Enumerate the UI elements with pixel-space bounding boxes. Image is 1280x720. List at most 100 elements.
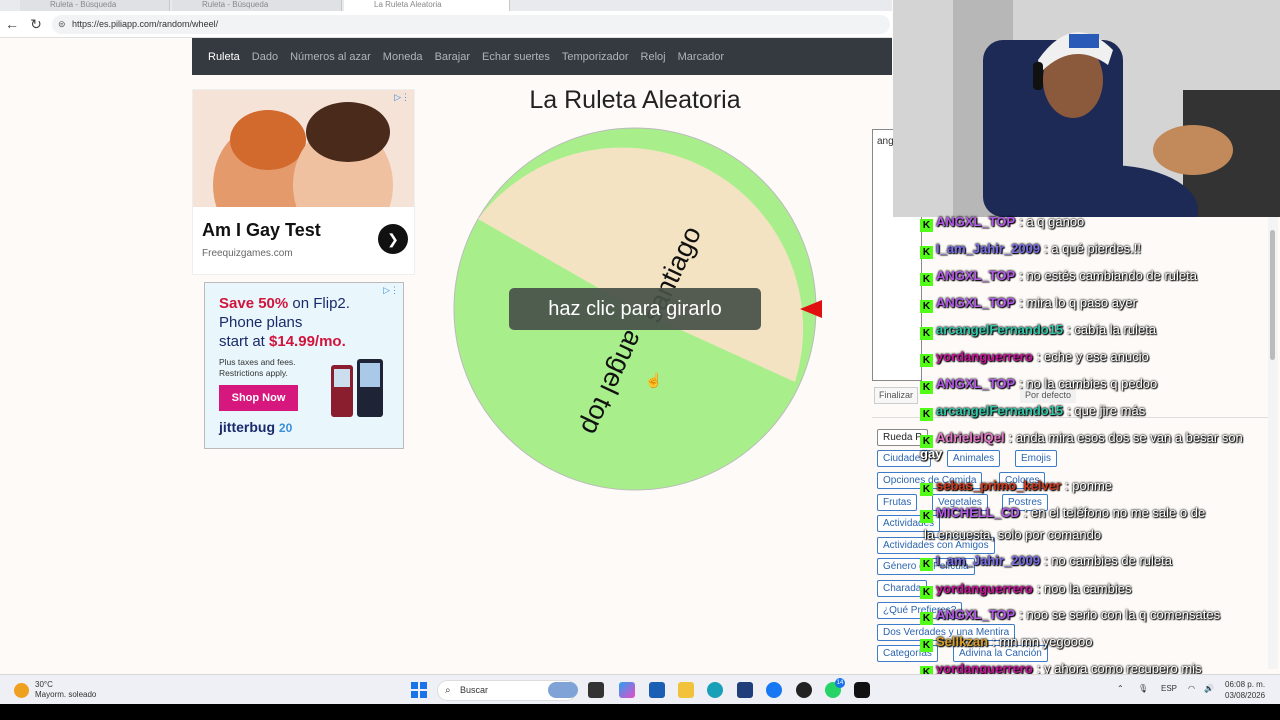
nav-item-marcador[interactable]: Marcador [678, 51, 724, 63]
chat-username[interactable]: AdrielelQel [936, 430, 1005, 445]
site-info-icon[interactable]: ⊜ [58, 15, 66, 34]
chat-username[interactable]: I_am_Jahir_2009 [936, 553, 1040, 568]
chat-text: : que jire más [1067, 403, 1146, 418]
chat-message: K ANGXL_TOP: noo se serio con la q comens… [920, 607, 1220, 625]
chat-message: K ANGXL_TOP: mira lo q paso ayer [920, 295, 1137, 313]
chat-text: : a q ganoo [1019, 214, 1085, 229]
chat-username[interactable]: yordanguerrero [936, 349, 1033, 364]
chevron-up-icon[interactable]: ⌃ [1117, 684, 1124, 693]
chat-username[interactable]: gay [920, 446, 942, 461]
nav-item-numeros[interactable]: Números al azar [290, 51, 371, 63]
weather-widget[interactable]: 30°C Mayorm. soleado [14, 680, 96, 700]
edge-icon[interactable] [707, 682, 723, 698]
adchoices-icon[interactable]: ▷⋮ [394, 92, 410, 103]
adchoices-icon[interactable]: ▷⋮ [383, 285, 399, 296]
tab-label: Ruleta - Búsqueda [202, 0, 269, 9]
chat-message: K ANGXL_TOP: a q ganoo [920, 214, 1084, 232]
ad-on-text: on Flip2. [288, 295, 350, 312]
chat-message: K ANGXL_TOP : no estés cambiando de ruleta [920, 268, 1197, 286]
ad-save-text: Save 50% [219, 295, 289, 312]
kick-badge-icon: K [920, 381, 933, 394]
chat-username[interactable]: ANGXL_TOP [936, 376, 1015, 391]
kick-badge-icon: K [920, 612, 933, 625]
ad-jitterbug[interactable]: ▷⋮ Save 50% on Flip2. Phone plans start … [204, 282, 404, 449]
finalize-button[interactable]: Finalizar [874, 387, 918, 404]
nav-item-barajar[interactable]: Barajar [435, 51, 470, 63]
file-explorer-icon[interactable] [678, 682, 694, 698]
shop-now-button[interactable]: Shop Now [219, 385, 298, 411]
nav-item-dado[interactable]: Dado [252, 51, 278, 63]
nav-item-ruleta[interactable]: Ruleta [208, 51, 240, 63]
kick-badge-icon: K [920, 558, 933, 571]
kick-badge-icon: K [920, 273, 933, 286]
chat-message: K ANGXL_TOP: no la cambies q pedoo [920, 376, 1157, 394]
chat-username[interactable]: arcangelFernando15 [936, 403, 1063, 418]
category-pill[interactable]: Animales [947, 450, 1001, 467]
widgets-icon[interactable] [548, 682, 578, 698]
scrollbar-thumb[interactable] [1270, 230, 1275, 360]
browser-tab-active[interactable]: La Ruleta Aleatoria [344, 0, 510, 11]
chat-username[interactable]: Sellkzan [936, 634, 988, 649]
chat-username[interactable]: MICHELL_CD [936, 505, 1020, 520]
chat-username[interactable]: ANGXL_TOP [936, 295, 1015, 310]
reload-icon[interactable]: ↻ [28, 16, 44, 32]
copilot-icon[interactable] [619, 682, 635, 698]
chat-username[interactable]: ANGXL_TOP [936, 607, 1015, 622]
windows-start-icon[interactable] [411, 682, 427, 698]
wifi-icon[interactable]: ◠ [1188, 684, 1195, 693]
chat-text: : en el teléfono no me sale o de [1023, 505, 1206, 520]
hand-cursor-icon: ☝ [645, 372, 663, 388]
store-icon[interactable] [737, 682, 753, 698]
volume-icon[interactable]: 🔊 [1204, 684, 1214, 693]
facebook-icon[interactable] [766, 682, 782, 698]
kick-badge-icon: K [920, 483, 933, 496]
chat-message: K AdrielelQel: anda mira esos dos se van … [920, 430, 1243, 448]
ad-price: $14.99/mo. [269, 333, 346, 350]
nav-item-temporizador[interactable]: Temporizador [562, 51, 629, 63]
chat-text: : cabía la ruleta [1067, 322, 1157, 337]
search-placeholder: Buscar [460, 685, 489, 695]
ad-price-prefix: start at [219, 333, 270, 350]
url-input[interactable]: ⊜ https://es.piliapp.com/random/wheel/ [52, 15, 890, 34]
obs-icon[interactable] [796, 682, 812, 698]
ad-price-line: start at $14.99/mo. [219, 333, 346, 350]
category-pill[interactable]: Frutas [877, 494, 918, 511]
ad-illustration [193, 90, 414, 207]
task-view-icon[interactable] [588, 682, 604, 698]
clock-date: 03/08/2026 [1225, 691, 1266, 700]
back-icon[interactable]: ← [4, 16, 20, 32]
microphone-icon[interactable]: 🎙 [1138, 684, 1148, 693]
chat-username[interactable]: I_am_Jahir_2009 [936, 241, 1040, 256]
chat-message: K Sellkzan: mn mn yegoooo [920, 634, 1092, 652]
chat-message: KarcangelFernando15: cabía la ruleta [920, 322, 1156, 340]
browser-tab[interactable]: Ruleta - Búsqueda [172, 0, 342, 11]
chat-message: Ksebas_primo_kelver: ponme [920, 478, 1112, 496]
browser-tab[interactable]: Ruleta - Búsqueda [20, 0, 170, 11]
chat-text: : no estés cambiando de ruleta [1019, 268, 1197, 283]
ad-line: Phone plans [219, 314, 303, 331]
chat-username[interactable]: sebas_primo_kelver [936, 478, 1061, 493]
language-indicator[interactable]: ESP [1161, 684, 1177, 693]
tiktok-icon[interactable] [854, 682, 870, 698]
tab-label: La Ruleta Aleatoria [374, 0, 442, 9]
ad-quiz[interactable]: ▷⋮ Am I Gay Test Freequizgames.com ❯ [192, 89, 415, 275]
chat-username[interactable]: yordanguerrero [936, 581, 1033, 596]
clock[interactable]: 06:08 p. m. 03/08/2026 [1225, 679, 1265, 701]
sun-icon [14, 682, 29, 698]
chat-username[interactable]: ANGXL_TOP [936, 214, 1015, 229]
spin-button[interactable]: haz clic para girarlo [509, 288, 761, 330]
category-pill[interactable]: Emojis [1015, 450, 1058, 467]
chat-username[interactable]: ANGXL_TOP [936, 268, 1015, 283]
chat-message: K I_am_Jahir_2009: no cambies de ruleta [920, 553, 1172, 571]
chevron-right-icon[interactable]: ❯ [378, 224, 408, 254]
nav-item-reloj[interactable]: Reloj [641, 51, 666, 63]
nav-item-echar-suertes[interactable]: Echar suertes [482, 51, 550, 63]
chat-text: : anda mira esos dos se van a besar son [1008, 430, 1243, 445]
ad-headline: Save 50% on Flip2. [219, 295, 350, 312]
address-bar-area: ← ↻ ⊜ https://es.piliapp.com/random/whee… [0, 11, 892, 38]
outlook-icon[interactable] [649, 682, 665, 698]
chat-username[interactable]: arcangelFernando15 [936, 322, 1063, 337]
nav-item-moneda[interactable]: Moneda [383, 51, 423, 63]
kick-badge-icon: K [920, 408, 933, 421]
chat-text: : eche y ese anucio [1036, 349, 1149, 364]
